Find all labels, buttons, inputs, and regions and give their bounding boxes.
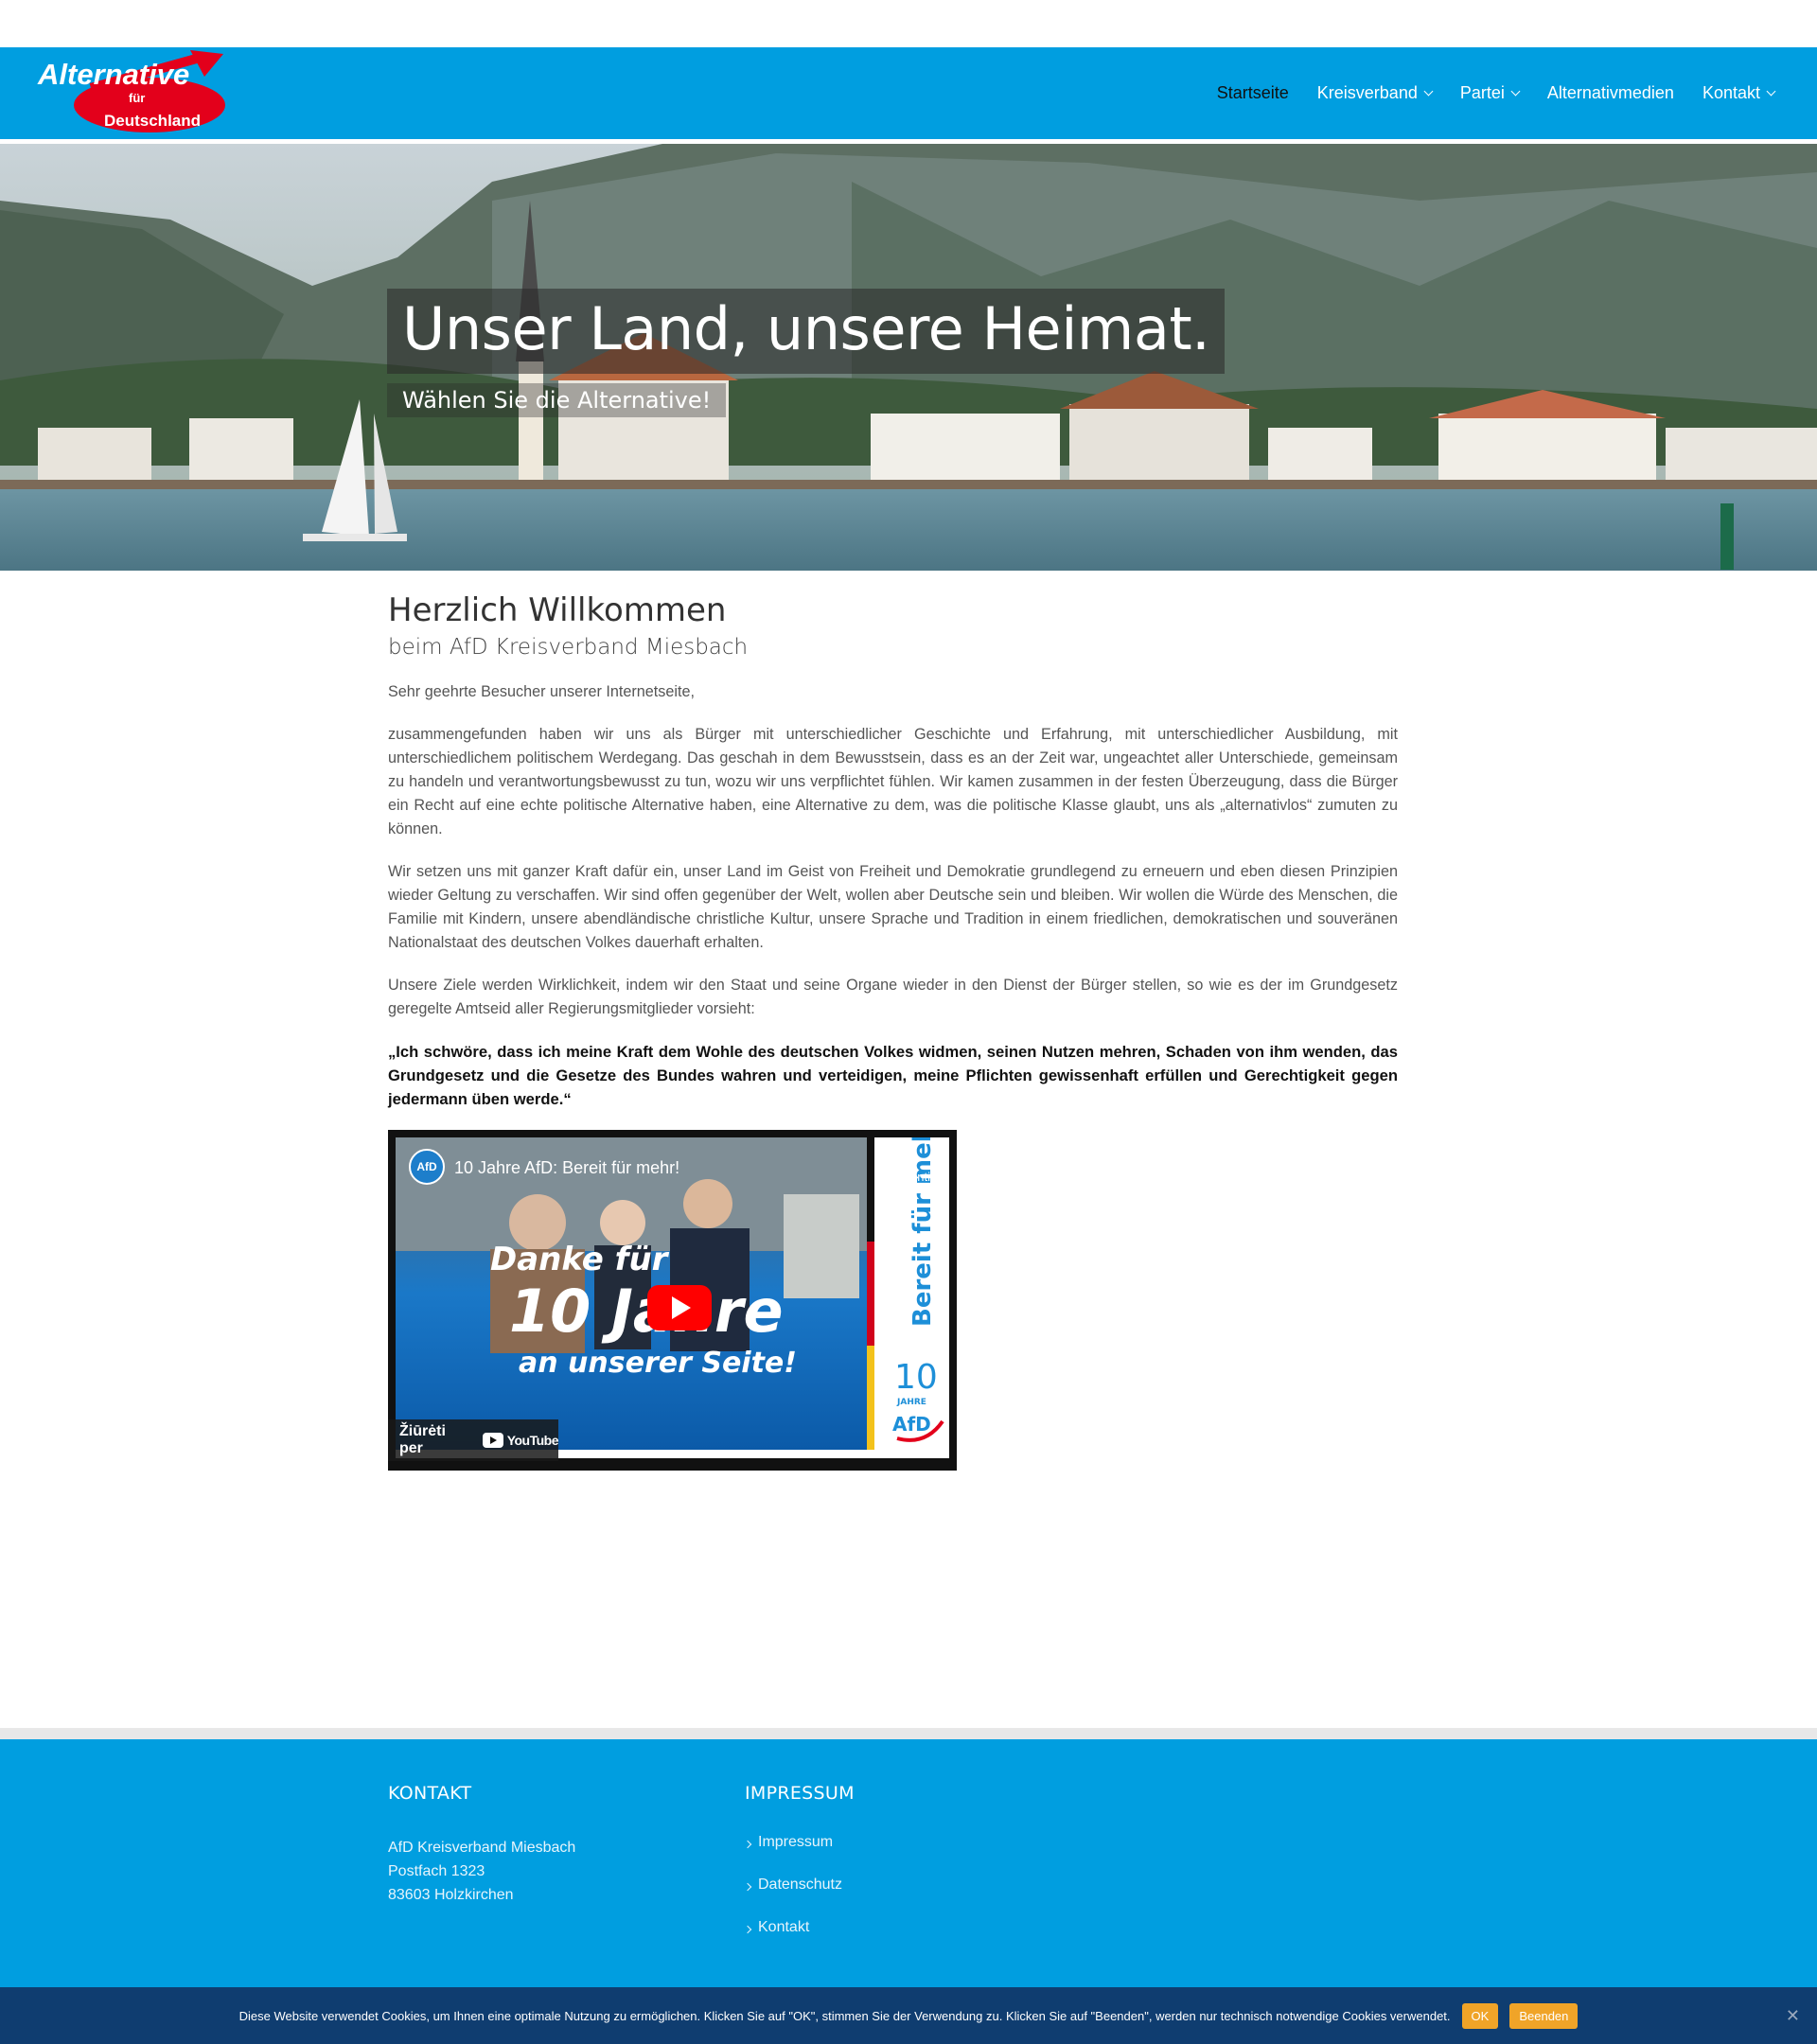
intro-paragraph: zusammengefunden haben wir uns als Bürge… <box>388 726 1398 837</box>
youtube-logo-icon: YouTube <box>482 1433 559 1448</box>
footer-contact-heading: KONTAKT <box>388 1783 472 1804</box>
badge-label: JAHRE <box>896 1398 926 1407</box>
oath-quote: „Ich schwöre, dass ich meine Kraft dem W… <box>388 1043 1398 1108</box>
cookie-consent-bar: Diese Website verwendet Cookies, um Ihne… <box>0 1987 1817 2044</box>
address-line: 83603 Holzkirchen <box>388 1887 514 1903</box>
youtube-video-embed[interactable]: Danke für 10 Jahre an unserer Seite! Ber… <box>388 1130 957 1471</box>
thumb-line2: 10 Jahre <box>509 1277 784 1346</box>
footer-address: AfD Kreisverband Miesbach Postfach 1323 … <box>388 1836 575 1907</box>
share-icon: ➦ <box>897 1147 915 1171</box>
address-line: AfD Kreisverband Miesbach <box>388 1840 576 1856</box>
video-thumbnail[interactable]: Danke für 10 Jahre an unserer Seite! Ber… <box>396 1130 949 1458</box>
afd-logo[interactable]: Alternative für Deutschland <box>34 50 233 137</box>
cookie-ok-button[interactable]: OK <box>1461 2002 1499 2029</box>
cookie-decline-button[interactable]: Beenden <box>1509 2002 1579 2029</box>
chevron-down-icon <box>1423 86 1434 97</box>
nav-label: Startseite <box>1216 83 1289 102</box>
hero-subtitle: Wählen Sie die Alternative! <box>387 383 727 417</box>
nav-kreisverband[interactable]: Kreisverband <box>1303 83 1446 103</box>
chevron-right-icon <box>743 1840 752 1849</box>
page-subtitle: beim AfD Kreisverband Miesbach <box>388 635 749 660</box>
top-spacer <box>0 0 1817 47</box>
main-nav: Startseite Kreisverband Partei Alternati… <box>1203 47 1789 139</box>
badge-logo: AfD <box>892 1413 931 1436</box>
close-icon[interactable]: ✕ <box>1786 2007 1800 2024</box>
channel-avatar[interactable]: AfD <box>409 1149 445 1185</box>
nav-startseite[interactable]: Startseite <box>1203 83 1303 103</box>
chevron-right-icon <box>743 1925 752 1934</box>
play-button[interactable] <box>647 1285 712 1330</box>
footer-divider <box>0 1728 1817 1739</box>
goals-paragraph: Wir setzen uns mit ganzer Kraft dafür ei… <box>388 863 1398 951</box>
footer-imprint-column: IMPRESSUM Impressum Datenschutz Kontakt <box>743 1783 855 1962</box>
hero-title: Unser Land, unsere Heimat. <box>387 289 1226 374</box>
logo-line3: Deutschland <box>104 112 201 130</box>
nav-partei[interactable]: Partei <box>1446 83 1533 103</box>
nav-kontakt[interactable]: Kontakt <box>1688 83 1789 103</box>
greeting-paragraph: Sehr geehrte Besucher unserer Internetse… <box>388 683 695 700</box>
footer-link-label: Datenschutz <box>758 1877 842 1893</box>
footer-link-impressum[interactable]: Impressum <box>743 1834 855 1877</box>
logo-line1: Alternative <box>37 58 189 91</box>
page-title: Herzlich Willkommen <box>388 591 727 629</box>
share-button[interactable]: ➦ Bendrinti <box>881 1147 930 1185</box>
address-line: Postfach 1323 <box>388 1863 485 1879</box>
site-footer: KONTAKT AfD Kreisverband Miesbach Postfa… <box>0 1739 1817 1987</box>
footer-link-label: Impressum <box>758 1834 834 1850</box>
footer-link-label: Kontakt <box>758 1919 810 1935</box>
footer-contact-column: KONTAKT AfD Kreisverband Miesbach Postfa… <box>388 1783 575 1907</box>
nav-label: Partei <box>1459 83 1505 102</box>
hero-banner: Unser Land, unsere Heimat. Wählen Sie di… <box>0 144 1817 571</box>
chevron-down-icon <box>1510 86 1521 97</box>
footer-imprint-heading: IMPRESSUM <box>745 1783 855 1804</box>
chevron-right-icon <box>743 1882 752 1892</box>
logo-line2: für <box>129 91 145 105</box>
badge-number: 10 <box>894 1358 938 1397</box>
chevron-down-icon <box>1766 86 1776 97</box>
nav-label: Kreisverband <box>1316 83 1418 102</box>
footer-links: Impressum Datenschutz Kontakt <box>743 1834 855 1962</box>
video-title[interactable]: 10 Jahre AfD: Bereit für mehr! <box>454 1158 679 1178</box>
nav-alternativmedien[interactable]: Alternativmedien <box>1533 83 1688 103</box>
youtube-label: YouTube <box>506 1433 559 1448</box>
thumb-line1: Danke für <box>490 1241 670 1278</box>
cookie-message: Diese Website verwendet Cookies, um Ihne… <box>238 2008 1451 2023</box>
oath-intro-paragraph: Unsere Ziele werden Wirklichkeit, indem … <box>388 977 1398 1017</box>
thumb-line3: an unserer Seite! <box>519 1347 797 1380</box>
share-label: Bendrinti <box>881 1170 930 1184</box>
footer-link-kontakt[interactable]: Kontakt <box>743 1919 855 1962</box>
watch-label: Žiūrėti per <box>399 1423 446 1456</box>
site-header: Alternative für Deutschland Startseite K… <box>0 47 1817 139</box>
footer-link-datenschutz[interactable]: Datenschutz <box>743 1877 855 1919</box>
nav-label: Kontakt <box>1702 83 1760 102</box>
watch-on-youtube-button[interactable]: Žiūrėti per YouTube <box>388 1419 559 1461</box>
nav-label: Alternativmedien <box>1546 83 1674 102</box>
main-content: Herzlich Willkommen beim AfD Kreisverban… <box>388 571 1398 1471</box>
